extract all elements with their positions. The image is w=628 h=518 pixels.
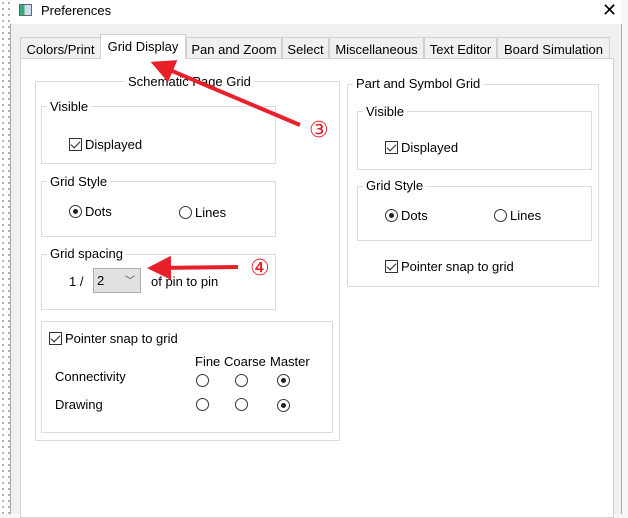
tab-label: Grid Display bbox=[107, 39, 179, 54]
tab-grid-display[interactable]: Grid Display bbox=[100, 34, 186, 59]
arrow-to-grid-display-tab bbox=[150, 60, 301, 127]
arrow-to-grid-spacing bbox=[147, 255, 239, 280]
annotation-arrows bbox=[147, 60, 301, 280]
annotation-marker-4: ④ bbox=[250, 255, 270, 280]
annotation-marker-3: ③ bbox=[309, 117, 329, 142]
